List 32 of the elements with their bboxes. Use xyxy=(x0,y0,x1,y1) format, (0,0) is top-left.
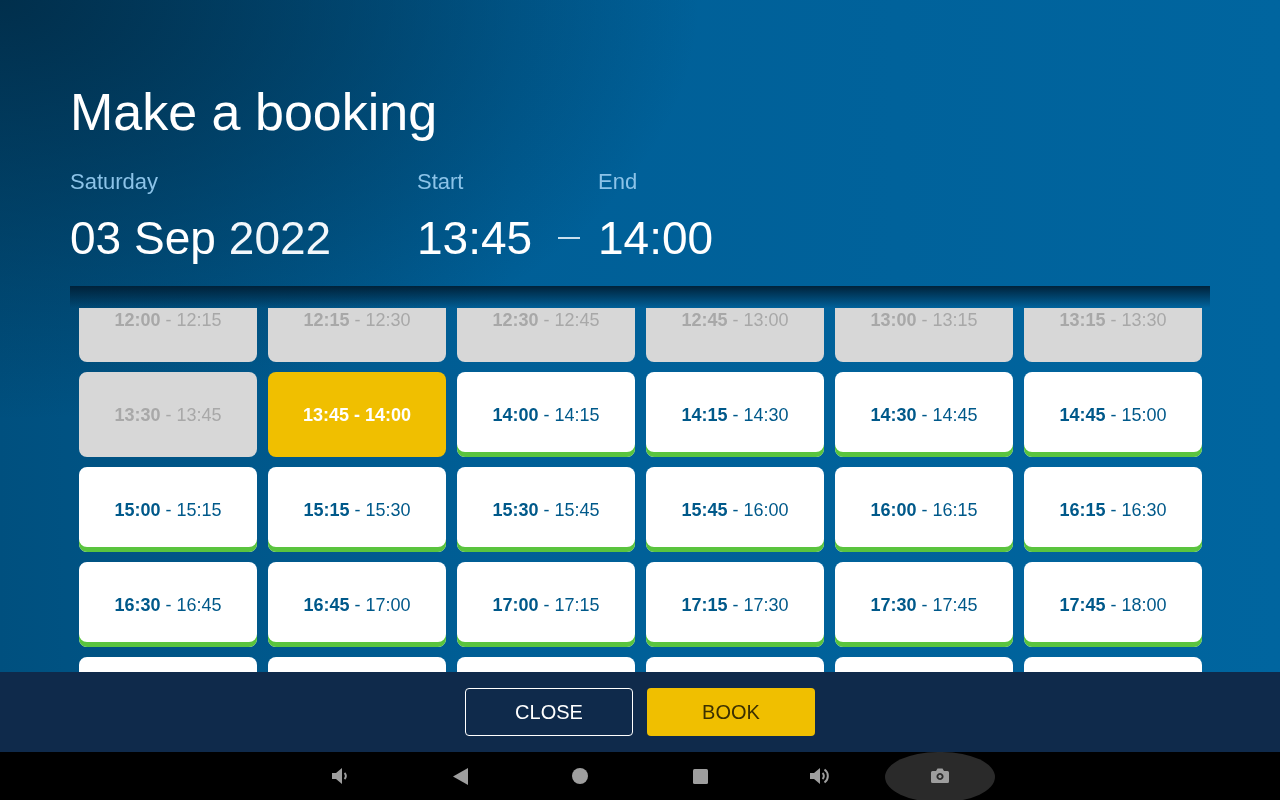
time-slot[interactable]: 17:00 - 17:15 xyxy=(457,562,635,647)
time-slot[interactable]: 17:45 - 18:00 xyxy=(1024,562,1202,647)
time-slot[interactable]: 14:00 - 14:15 xyxy=(457,372,635,457)
date-text: 03 Sep xyxy=(70,212,216,264)
camera-icon xyxy=(931,767,949,783)
time-slot[interactable]: 16:45 - 17:00 xyxy=(268,562,446,647)
volume-down-icon[interactable] xyxy=(332,767,348,785)
back-icon[interactable] xyxy=(452,767,468,785)
day-label: Saturday xyxy=(70,169,159,195)
time-slot[interactable]: 15:00 - 15:15 xyxy=(79,467,257,552)
end-label: End xyxy=(598,169,638,195)
time-slot[interactable]: 15:45 - 16:00 xyxy=(646,467,824,552)
close-button[interactable]: CLOSE xyxy=(465,688,633,736)
time-slot[interactable]: 15:15 - 15:30 xyxy=(268,467,446,552)
time-slot[interactable]: 17:30 - 17:45 xyxy=(835,562,1013,647)
time-slot[interactable]: 14:30 - 14:45 xyxy=(835,372,1013,457)
start-time: 13:45 xyxy=(417,211,533,265)
time-slot[interactable]: 17:15 - 17:30 xyxy=(646,562,824,647)
volume-up-icon[interactable] xyxy=(810,767,830,785)
time-slot[interactable]: 14:45 - 15:00 xyxy=(1024,372,1202,457)
start-label: Start xyxy=(417,169,464,195)
time-slot[interactable]: 15:30 - 15:45 xyxy=(457,467,635,552)
page-title: Make a booking xyxy=(70,82,438,142)
time-slot[interactable]: 16:30 - 16:45 xyxy=(79,562,257,647)
year-text: 2022 xyxy=(228,212,332,264)
time-slot[interactable]: 14:15 - 14:30 xyxy=(646,372,824,457)
home-icon[interactable] xyxy=(572,768,588,784)
end-time: 14:00 xyxy=(598,211,714,265)
time-slot[interactable]: 16:15 - 16:30 xyxy=(1024,467,1202,552)
recents-icon[interactable] xyxy=(692,768,708,784)
time-slot[interactable]: 16:00 - 16:15 xyxy=(835,467,1013,552)
book-button[interactable]: BOOK xyxy=(647,688,815,736)
